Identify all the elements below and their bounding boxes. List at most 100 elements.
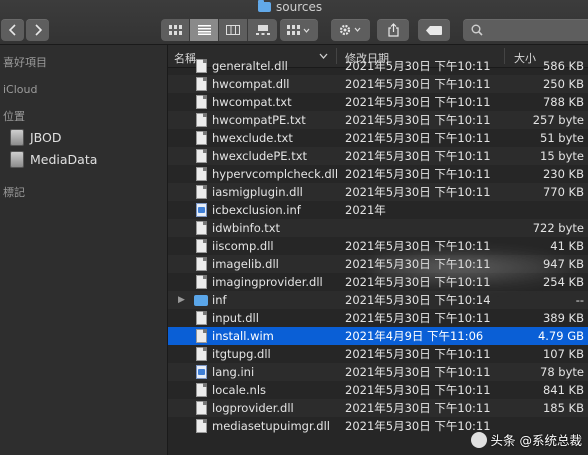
file-name: mediasetupuimgr.dll <box>212 419 330 433</box>
file-row[interactable]: hwexcludePE.txt 2021年5月30日 下午10:11 15 byte <box>168 147 588 165</box>
gallery-view-button[interactable] <box>248 19 277 41</box>
share-button[interactable] <box>377 19 409 41</box>
file-size: 185 KB <box>542 401 584 415</box>
settings-file-icon <box>196 365 207 379</box>
file-name: hwcompatPE.txt <box>212 113 306 127</box>
file-name: lang.ini <box>212 365 255 379</box>
file-name: iasmigplugin.dll <box>212 185 303 199</box>
icon-view-button[interactable] <box>161 19 190 41</box>
list-view-button[interactable] <box>190 19 219 41</box>
icloud-header: iCloud <box>3 83 38 96</box>
gallery-icon <box>255 25 270 35</box>
file-name: hwexclude.txt <box>212 131 293 145</box>
group-grid-icon <box>287 25 310 35</box>
file-row[interactable]: hwcompat.dll 2021年5月30日 下午10:11 250 KB <box>168 75 588 93</box>
action-menu-button[interactable] <box>331 19 370 41</box>
file-name: hypervcomplcheck.dll <box>212 167 339 181</box>
gear-icon <box>339 24 360 36</box>
file-row[interactable]: locale.nls 2021年5月30日 下午10:11 841 KB <box>168 381 588 399</box>
locations-header: 位置 <box>3 110 25 123</box>
disclosure-triangle-icon[interactable]: ▶ <box>178 291 185 309</box>
disk-icon <box>10 151 24 168</box>
document-icon <box>196 347 207 361</box>
file-size: 389 KB <box>542 311 584 325</box>
file-date: 2021年5月30日 下午10:11 <box>345 383 491 397</box>
file-size: 4.79 GB <box>537 329 584 343</box>
file-size: 788 KB <box>542 95 584 109</box>
file-row[interactable]: input.dll 2021年5月30日 下午10:11 389 KB <box>168 309 588 327</box>
file-date: 2021年5月30日 下午10:14 <box>345 293 491 307</box>
file-size: 257 byte <box>532 113 584 127</box>
file-size: -- <box>575 293 584 307</box>
file-row[interactable]: generaltel.dll 2021年5月30日 下午10:11 586 KB <box>168 57 588 75</box>
file-size: 722 byte <box>532 221 584 235</box>
file-name: imagelib.dll <box>212 257 279 271</box>
document-icon <box>196 59 207 73</box>
file-row[interactable]: logprovider.dll 2021年5月30日 下午10:11 185 KB <box>168 399 588 417</box>
document-icon <box>196 113 207 127</box>
file-date: 2021年5月30日 下午10:11 <box>345 59 491 73</box>
document-icon <box>196 275 207 289</box>
share-icon <box>387 23 399 37</box>
watermark-logo-icon <box>470 431 487 448</box>
file-size: 78 byte <box>540 365 584 379</box>
window-title: sources <box>258 0 322 14</box>
settings-file-icon <box>196 203 207 217</box>
file-row[interactable]: lang.ini 2021年5月30日 下午10:11 78 byte <box>168 363 588 381</box>
document-icon <box>196 149 207 163</box>
file-name: idwbinfo.txt <box>212 221 281 235</box>
file-row[interactable]: hwcompatPE.txt 2021年5月30日 下午10:11 257 byte <box>168 111 588 129</box>
list-icon <box>197 25 211 35</box>
file-list: 名稱 修改日期 大小 generaltel.dll 2021年5月30日 下午10… <box>168 45 588 455</box>
document-icon <box>196 311 207 325</box>
file-row[interactable]: hwexclude.txt 2021年5月30日 下午10:11 51 byte <box>168 129 588 147</box>
file-size: 51 byte <box>540 131 584 145</box>
file-date: 2021年4月9日 下午11:06 <box>345 329 484 343</box>
tag-button[interactable] <box>418 19 450 41</box>
document-icon <box>196 95 207 109</box>
file-row[interactable]: hwcompat.txt 2021年5月30日 下午10:11 788 KB <box>168 93 588 111</box>
favorites-header: 喜好項目 <box>3 56 47 69</box>
file-row[interactable]: hypervcomplcheck.dll 2021年5月30日 下午10:11 23… <box>168 165 588 183</box>
file-date: 2021年5月30日 下午10:11 <box>345 113 491 127</box>
file-row[interactable]: install.wim 2021年4月9日 下午11:06 4.79 GB <box>168 327 588 345</box>
sidebar-item-jbod[interactable]: JBOD <box>10 129 62 146</box>
document-icon <box>196 257 207 271</box>
tag-icon <box>426 25 442 35</box>
window-title-label: sources <box>276 0 323 14</box>
file-row[interactable]: itgtupg.dll 2021年5月30日 下午10:11 107 KB <box>168 345 588 363</box>
document-icon <box>196 239 207 253</box>
search-field[interactable] <box>463 19 588 41</box>
group-by-button[interactable] <box>280 19 318 41</box>
document-icon <box>196 167 207 181</box>
file-row[interactable]: icbexclusion.inf 2021年 <box>168 201 588 219</box>
back-button[interactable] <box>1 19 24 41</box>
file-row[interactable]: iasmigplugin.dll 2021年5月30日 下午10:11 770 KB <box>168 183 588 201</box>
document-icon <box>196 329 207 343</box>
forward-button[interactable] <box>26 19 49 41</box>
folder-icon <box>194 295 208 306</box>
grid-icon <box>168 25 182 35</box>
document-icon <box>196 221 207 235</box>
file-name: iiscomp.dll <box>212 239 274 253</box>
sidebar-item-mediadata[interactable]: MediaData <box>10 151 97 168</box>
watermark: 头条 @系统总裁 <box>470 430 582 449</box>
search-icon <box>471 24 483 36</box>
file-name: locale.nls <box>212 383 267 397</box>
column-view-button[interactable] <box>219 19 248 41</box>
file-name: logprovider.dll <box>212 401 294 415</box>
file-name: install.wim <box>212 329 274 343</box>
folder-row[interactable]: ▶ inf 2021年5月30日 下午10:14 -- <box>168 291 588 309</box>
document-icon <box>196 185 207 199</box>
file-name: imagingprovider.dll <box>212 275 323 289</box>
document-icon <box>196 77 207 91</box>
document-icon <box>196 401 207 415</box>
columns-icon <box>226 25 240 35</box>
file-name: hwcompat.dll <box>212 77 290 91</box>
file-name: generaltel.dll <box>212 59 288 73</box>
disk-icon <box>10 129 24 146</box>
document-icon <box>196 419 207 433</box>
file-date: 2021年5月30日 下午10:11 <box>345 131 491 145</box>
file-row[interactable]: idwbinfo.txt 722 byte <box>168 219 588 237</box>
file-date: 2021年5月30日 下午10:11 <box>345 95 491 109</box>
